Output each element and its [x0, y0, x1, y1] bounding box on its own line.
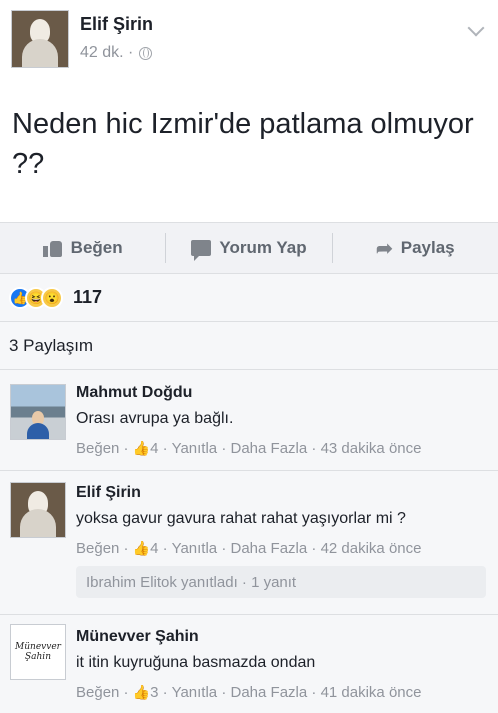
- thumbs-up-icon: [42, 239, 63, 257]
- post-header: Elif Şirin 42 dk. ·: [0, 0, 498, 90]
- like-button[interactable]: Beğen: [0, 223, 165, 273]
- comment-actions: Beğen · 👍3 · Yanıtla · Daha Fazla · 41 d…: [76, 684, 422, 701]
- comment-like-button[interactable]: Beğen: [76, 684, 119, 701]
- commenter-name[interactable]: Mahmut Doğdu: [76, 384, 192, 402]
- divider: [0, 614, 498, 615]
- comment-item: Mahmut Doğdu Orası avrupa ya bağlı. Beğe…: [0, 378, 498, 472]
- comment-item: Münevver Şahin Münevver Şahin it itin ku…: [0, 620, 498, 713]
- share-label: Paylaş: [400, 238, 455, 257]
- share-count[interactable]: 3 Paylaşım: [0, 322, 498, 370]
- avatar-figure-body: [27, 423, 49, 439]
- globe-icon: [139, 46, 153, 60]
- chevron-down-icon[interactable]: [467, 19, 485, 37]
- post-text: Neden hic Izmir'de patlama olmuyor ??: [12, 108, 474, 180]
- comment-time[interactable]: 41 dakika önce: [321, 684, 422, 701]
- comment-reply-button[interactable]: Yanıtla: [172, 540, 218, 557]
- commenter-avatar[interactable]: Münevver Şahin: [10, 624, 66, 680]
- view-replies-button[interactable]: Ibrahim Elitok yanıtladı · 1 yanıt: [76, 566, 486, 598]
- post-time[interactable]: 42 dk. ·: [80, 44, 133, 62]
- commenter-name[interactable]: Elif Şirin: [76, 484, 141, 502]
- comment-time[interactable]: 42 dakika önce: [321, 540, 422, 557]
- commenter-avatar[interactable]: [10, 384, 66, 440]
- like-label: Beğen: [70, 238, 123, 257]
- divider: [0, 470, 498, 471]
- comment-more-button[interactable]: Daha Fazla: [231, 684, 308, 701]
- post-action-bar: Beğen Yorum Yap ➦ Paylaş: [0, 222, 498, 274]
- share-button[interactable]: ➦ Paylaş: [333, 223, 498, 273]
- comment-label: Yorum Yap: [219, 238, 307, 257]
- comment-icon: [191, 240, 212, 261]
- wow-icon: 😮: [41, 286, 63, 309]
- comment-button[interactable]: Yorum Yap: [166, 223, 331, 273]
- commenter-avatar[interactable]: [10, 482, 66, 538]
- comment-like-count: 4: [150, 540, 159, 557]
- comment-like-button[interactable]: Beğen: [76, 440, 119, 457]
- reaction-count: 117: [73, 287, 103, 307]
- comment-reply-button[interactable]: Yanıtla: [172, 440, 218, 457]
- comment-item: Elif Şirin yoksa gavur gavura rahat raha…: [0, 480, 498, 612]
- avatar-calligraphy-logo: Münevver Şahin: [15, 642, 61, 662]
- comment-like-count: 3: [150, 684, 159, 701]
- reactions-row[interactable]: 👍 😆 😮 117: [0, 274, 498, 322]
- avatar-figure-body: [22, 39, 58, 67]
- comment-like-button[interactable]: Beğen: [76, 540, 119, 557]
- post-author-name[interactable]: Elif Şirin: [80, 14, 153, 35]
- post-meta: 42 dk. ·: [80, 44, 153, 62]
- comment-reply-button[interactable]: Yanıtla: [172, 684, 218, 701]
- comment-time[interactable]: 43 dakika önce: [321, 440, 422, 457]
- comment-text: yoksa gavur gavura rahat rahat yaşıyorla…: [76, 510, 406, 527]
- thumbs-up-icon: 👍: [132, 440, 151, 456]
- thumbs-up-icon: 👍: [132, 540, 151, 556]
- avatar-figure-body: [20, 509, 56, 537]
- thumbs-up-icon: 👍: [132, 684, 151, 700]
- share-arrow-icon: ➦: [375, 237, 393, 260]
- comment-text: it itin kuyruğuna basmazda ondan: [76, 654, 316, 671]
- comment-actions: Beğen · 👍4 · Yanıtla · Daha Fazla · 42 d…: [76, 540, 422, 557]
- comment-text: Orası avrupa ya bağlı.: [76, 410, 234, 427]
- comment-more-button[interactable]: Daha Fazla: [231, 540, 308, 557]
- post-author-avatar[interactable]: [11, 10, 69, 68]
- comment-like-count: 4: [150, 440, 159, 457]
- comment-actions: Beğen · 👍4 · Yanıtla · Daha Fazla · 43 d…: [76, 440, 422, 457]
- commenter-name[interactable]: Münevver Şahin: [76, 628, 199, 646]
- comments-list: Mahmut Doğdu Orası avrupa ya bağlı. Beğe…: [0, 370, 498, 713]
- comment-more-button[interactable]: Daha Fazla: [231, 440, 308, 457]
